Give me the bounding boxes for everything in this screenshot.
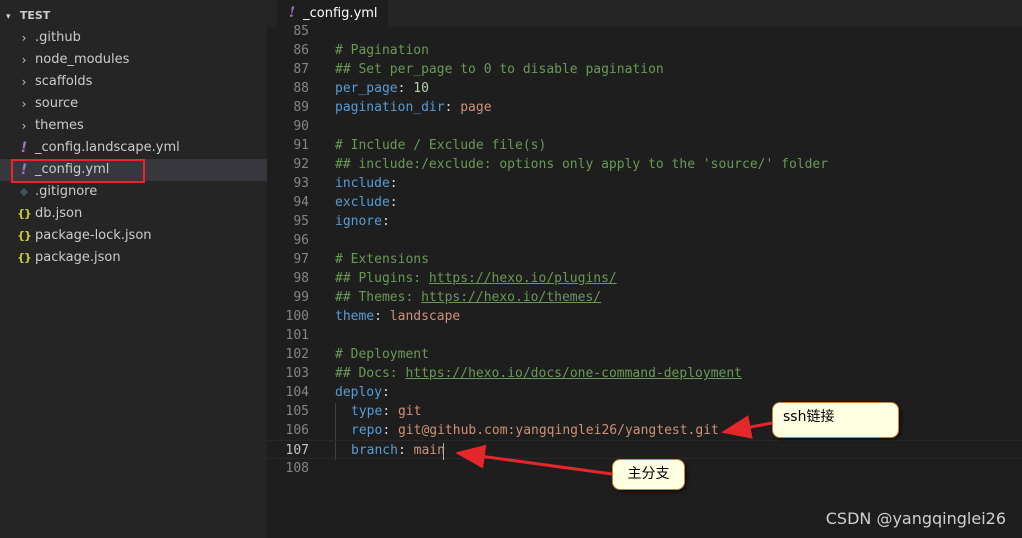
branch-callout: 主分支 [612, 459, 685, 490]
annotation-arrows [455, 415, 773, 476]
ssh-arrow [721, 415, 773, 439]
branch-arrow [455, 444, 613, 476]
branch-callout-text: 主分支 [627, 466, 670, 482]
ssh-callout: ssh链接 [772, 402, 899, 438]
watermark: CSDN @yangqinglei26 [825, 509, 1006, 528]
ssh-callout-text: ssh链接 [783, 409, 835, 425]
